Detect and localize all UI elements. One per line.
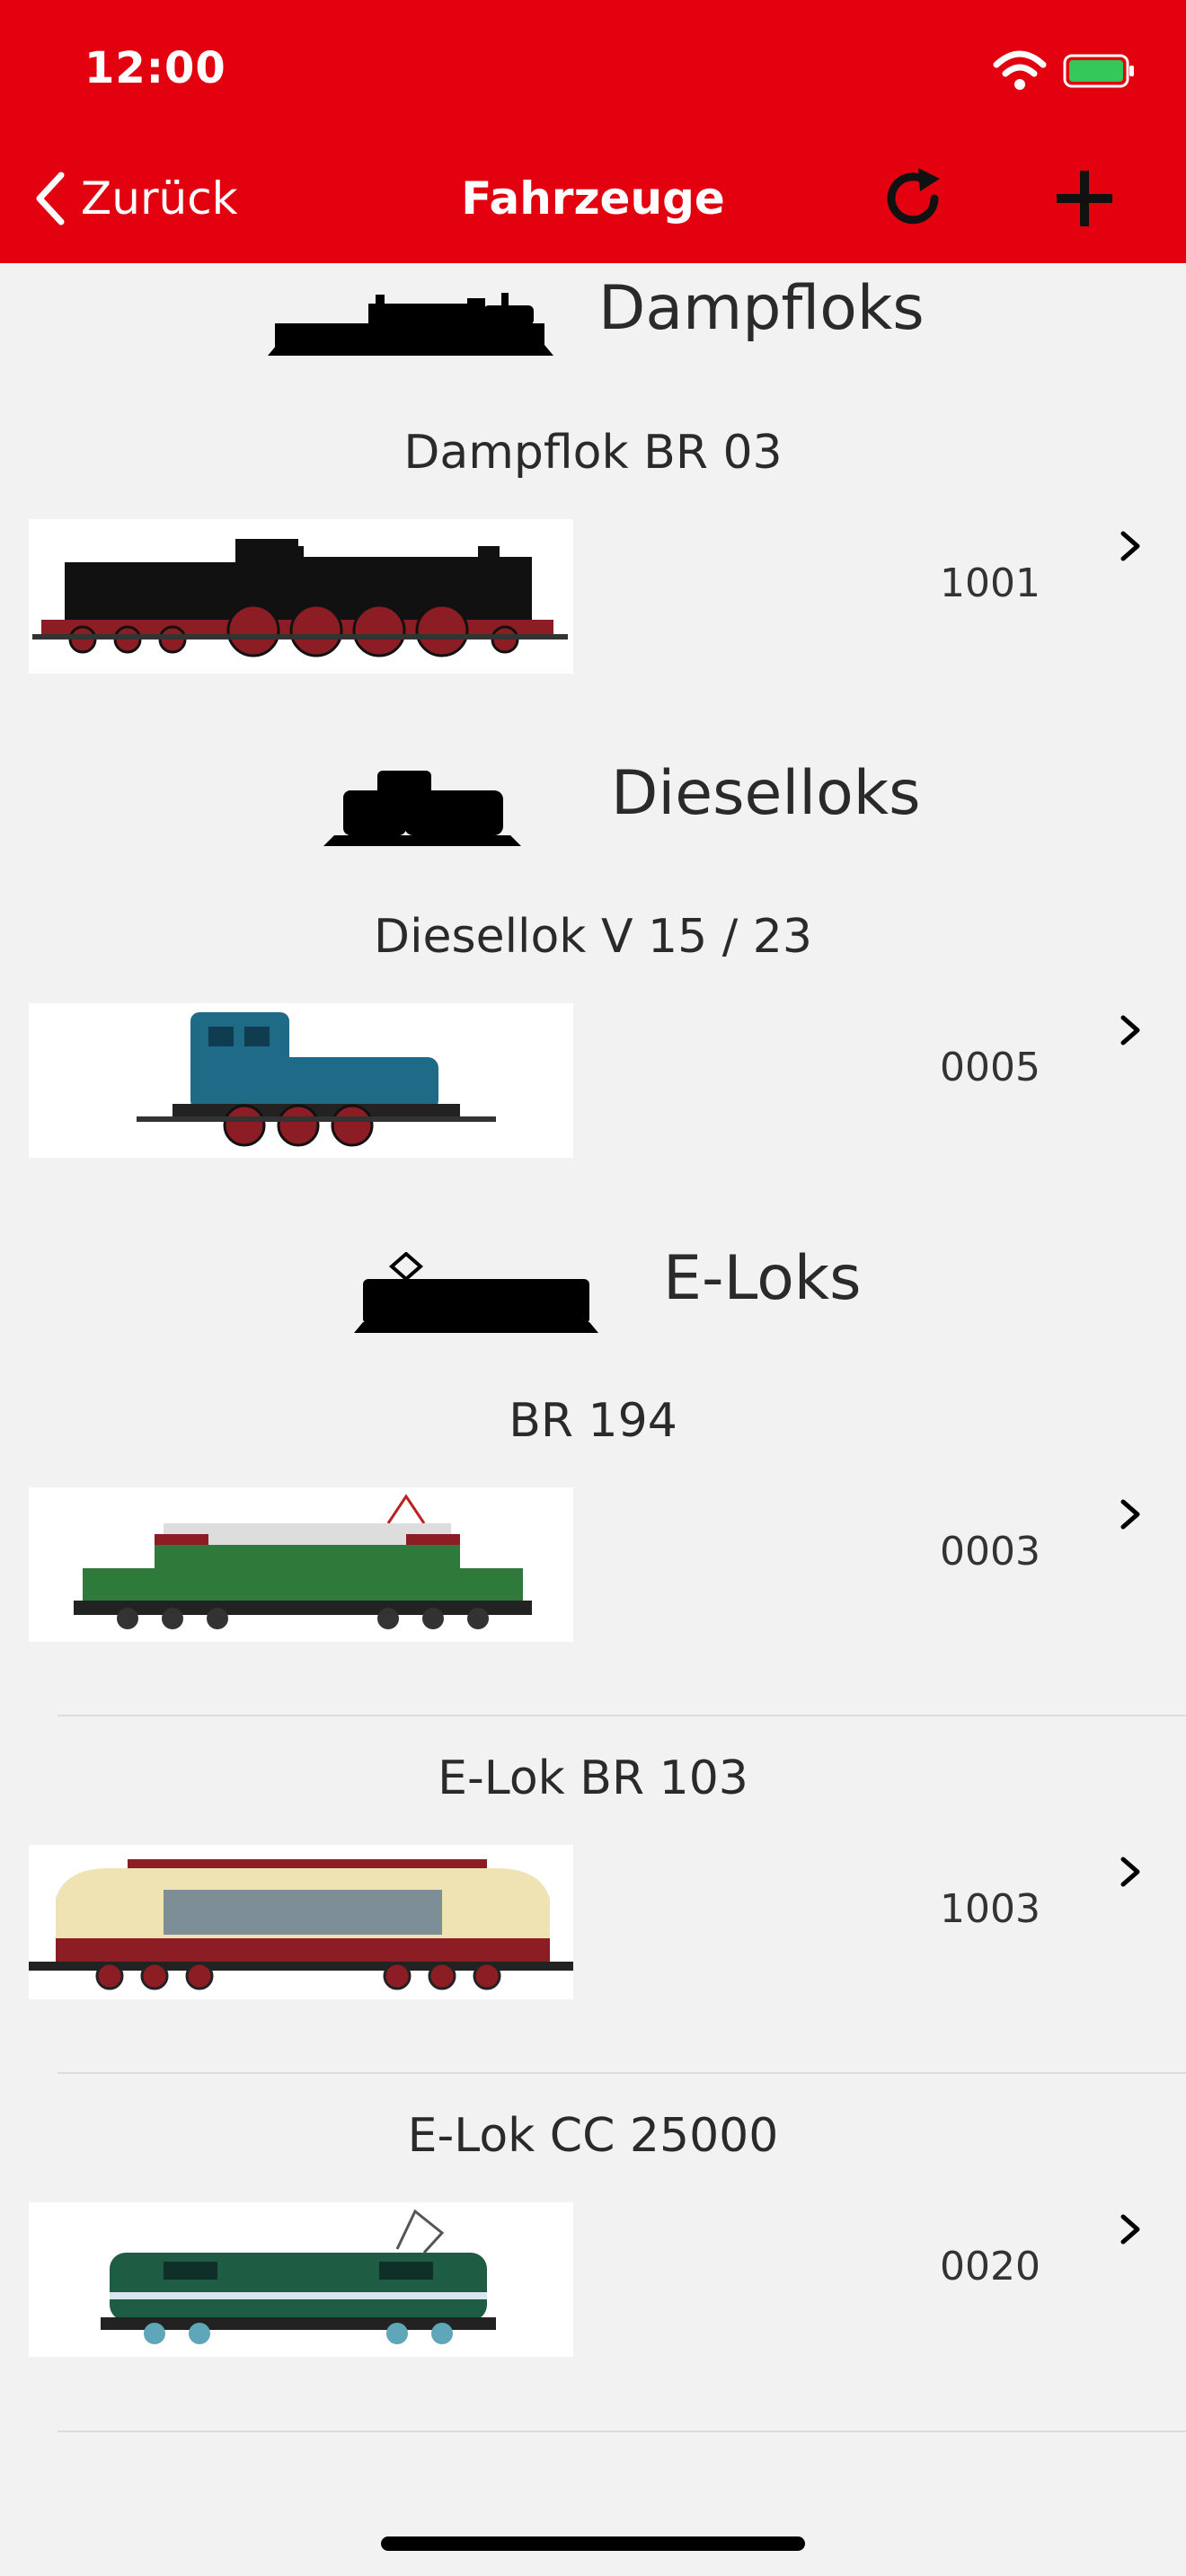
section-header-diesel: Dieselloks <box>0 754 1186 871</box>
vehicle-name: E-Lok BR 103 <box>438 1751 748 1805</box>
chevron-right-icon <box>1120 531 1140 561</box>
list-item[interactable]: Diesellok V 15 / 23 0005 <box>0 910 1186 1242</box>
electric-locomotive-silhouette-icon <box>354 1252 598 1333</box>
vehicle-address: 0003 <box>940 1529 1040 1575</box>
vehicle-name: Dampflok BR 03 <box>403 426 783 480</box>
home-indicator[interactable] <box>381 2536 805 2551</box>
vehicle-image <box>29 519 573 674</box>
list-item[interactable]: E-Lok BR 103 1003 <box>0 1751 1186 2084</box>
section-title: E-Loks <box>663 1243 862 1314</box>
vehicle-image <box>29 1003 573 1158</box>
add-icon[interactable] <box>1051 165 1118 232</box>
status-time: 12:00 <box>84 43 226 93</box>
vehicle-address: 1003 <box>940 1886 1040 1932</box>
list-item[interactable]: E-Lok CC 25000 0020 <box>0 2109 1186 2441</box>
list-item[interactable]: Dampflok BR 03 1001 <box>0 426 1186 758</box>
page-title: Fahrzeuge <box>461 172 725 225</box>
chevron-right-icon <box>1120 1015 1140 1045</box>
list-item[interactable]: BR 194 0003 <box>0 1394 1186 1726</box>
vehicle-image <box>29 1845 573 1999</box>
section-header-electric: E-Loks <box>0 1239 1186 1356</box>
vehicle-name: Diesellok V 15 / 23 <box>374 910 812 964</box>
chevron-right-icon <box>1120 1499 1140 1530</box>
diesel-locomotive-silhouette-icon <box>323 771 521 846</box>
vehicle-image <box>29 2202 573 2357</box>
vehicle-name: BR 194 <box>509 1394 677 1448</box>
separator <box>58 2430 1186 2432</box>
vehicle-address: 1001 <box>940 560 1040 606</box>
wifi-icon <box>993 50 1047 90</box>
separator <box>58 2072 1186 2074</box>
vehicle-address: 0020 <box>940 2244 1040 2289</box>
vehicle-image <box>29 1487 573 1642</box>
vehicle-address: 0005 <box>940 1045 1040 1090</box>
battery-icon <box>1063 54 1134 88</box>
refresh-icon[interactable] <box>879 163 951 234</box>
navigation-bar: 12:00 Zurück Fahrzeuge <box>0 0 1186 263</box>
section-title: Dieselloks <box>611 758 921 829</box>
chevron-right-icon <box>1120 2214 1140 2245</box>
section-title: Dampfloks <box>598 273 925 344</box>
steam-locomotive-silhouette-icon <box>268 293 553 356</box>
section-header-steam: Dampfloks <box>0 269 1186 386</box>
separator <box>58 1715 1186 1716</box>
chevron-right-icon <box>1120 1857 1140 1887</box>
vehicle-name: E-Lok CC 25000 <box>407 2109 779 2163</box>
